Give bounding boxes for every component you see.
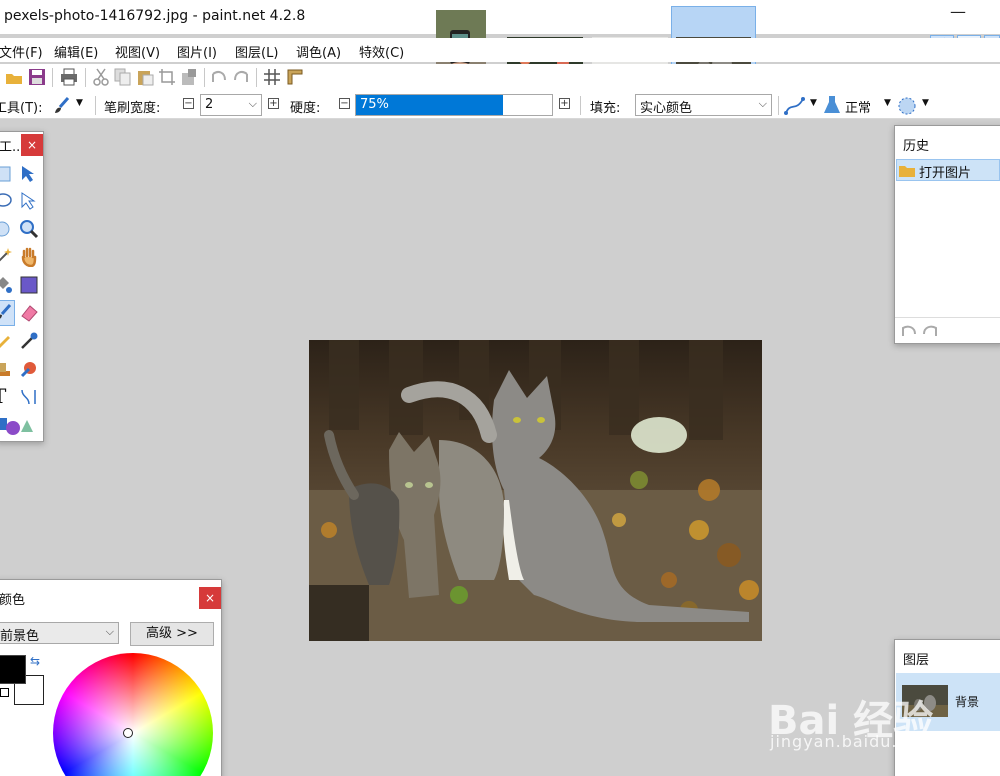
shapes-icon[interactable] [0,414,33,438]
gradient-icon[interactable] [19,275,39,295]
paintbrush-icon[interactable] [52,96,72,116]
selection-clipping-icon[interactable] [897,96,917,116]
window-title: pexels-photo-1416792.jpg - paint.net 4.2… [4,8,306,24]
antialiasing-icon[interactable] [784,96,806,116]
eraser-icon[interactable] [19,303,39,323]
menu-edit[interactable]: 编辑(E) [54,42,98,61]
baidu-watermark-url: jingyan.baidu.com [770,732,935,751]
move-selection-icon[interactable] [19,191,39,211]
paintbrush-tool-icon[interactable] [0,303,13,323]
hardness-label: 硬度: [290,101,321,116]
main-toolbar [0,64,1000,92]
title-bar: pexels-photo-1416792.jpg - paint.net 4.2… [0,0,1000,34]
copy-icon[interactable] [114,68,132,86]
save-icon[interactable] [28,68,46,86]
colors-panel-close-button[interactable]: × [199,587,221,609]
menu-file[interactable]: 文件(F) [0,42,43,61]
layers-panel-title: 图层 [903,653,930,668]
print-icon[interactable] [60,68,78,86]
pencil-icon[interactable] [0,331,13,351]
history-item[interactable]: 打开图片 [896,159,1000,181]
minimize-button[interactable]: — [950,2,966,21]
color-wheel-cursor[interactable] [123,728,133,738]
blend-mode-icon [824,96,840,113]
chevron-down-icon: ⌵ [248,97,257,110]
tool-dropdown-arrow-icon[interactable]: ▼ [76,98,83,108]
blend-mode-dropdown-icon[interactable]: ▼ [884,98,891,108]
text-tool-icon[interactable]: T [0,384,6,408]
clipping-dropdown-icon[interactable]: ▼ [922,98,929,108]
brush-width-label: 笔刷宽度: [104,101,161,116]
color-wheel[interactable] [53,653,213,776]
deselect-icon[interactable] [180,68,198,86]
hardness-slider[interactable]: 75% [355,94,553,116]
history-undo-icon[interactable] [900,324,918,338]
grid-icon[interactable] [263,68,281,86]
chevron-down-icon: ⌵ [758,97,767,110]
magic-wand-icon[interactable] [0,247,13,267]
tool-label: 工具(T): [0,101,43,116]
chevron-down-icon: ⌵ [105,625,114,638]
hardness-decrease-button[interactable]: − [339,98,350,109]
history-redo-icon[interactable] [921,324,939,338]
blend-mode-value[interactable]: 正常 [845,97,871,116]
swap-colors-icon[interactable]: ⇆ [30,654,40,668]
colors-panel-title: 颜色 [0,593,26,608]
brush-width-increase-button[interactable]: + [268,98,279,109]
cats-photo-image [309,340,762,641]
colors-panel: 颜色 × 前景色 ⌵ 高级 >> ⇆ [0,579,222,776]
crop-icon[interactable] [158,68,176,86]
color-mode-select[interactable]: 前景色 ⌵ [0,622,119,644]
clone-stamp-icon[interactable] [0,359,13,379]
history-panel-title: 历史 [903,139,930,154]
menu-bar: 文件(F) 编辑(E) 视图(V) 图片(I) 图层(L) 调色(A) 特效(C… [0,38,1000,62]
tools-panel: 工... × T [0,131,44,442]
line-curve-icon[interactable] [19,387,39,407]
image-canvas[interactable] [309,340,762,641]
undo-icon[interactable] [210,68,228,86]
primary-color-swatch[interactable] [0,655,26,684]
antialiasing-dropdown-icon[interactable]: ▼ [810,98,817,108]
fill-label: 填充: [590,101,621,116]
color-picker-icon[interactable] [19,331,39,351]
reset-colors-icon[interactable] [0,688,9,697]
layer-name: 背景 [955,695,980,709]
recolor-icon[interactable] [19,359,39,379]
ellipse-select-icon[interactable] [0,219,13,239]
brush-width-decrease-button[interactable]: − [183,98,194,109]
ruler-icon[interactable] [286,68,304,86]
tool-options-bar: 工具(T): ▼ 笔刷宽度: − 2 ⌵ + 硬度: − 75% + 填充: 实心… [0,92,1000,119]
menu-layers[interactable]: 图层(L) [235,42,278,61]
menu-effects[interactable]: 特效(C) [359,42,404,61]
lasso-select-icon[interactable] [0,191,13,211]
menu-adjustments[interactable]: 调色(A) [296,42,341,61]
menu-view[interactable]: 视图(V) [115,42,160,61]
cut-icon[interactable] [92,68,110,86]
move-selected-icon[interactable] [19,164,39,184]
paint-bucket-icon[interactable] [0,275,13,295]
hardness-increase-button[interactable]: + [559,98,570,109]
zoom-icon[interactable] [19,219,39,239]
hardness-value: 75% [360,97,389,112]
redo-icon[interactable] [232,68,250,86]
open-image-icon [899,166,915,177]
menu-image[interactable]: 图片(I) [177,42,217,61]
brush-width-select[interactable]: 2 ⌵ [200,94,262,116]
open-icon[interactable] [6,68,24,86]
tools-panel-close-button[interactable]: × [21,134,43,156]
paste-icon[interactable] [136,68,154,86]
fill-mode-select[interactable]: 实心颜色 ⌵ [635,94,772,116]
advanced-button[interactable]: 高级 >> [130,622,214,646]
history-panel: 历史 打开图片 [894,125,1000,344]
pan-hand-icon[interactable] [19,247,39,267]
rectangle-select-icon[interactable] [0,164,13,184]
